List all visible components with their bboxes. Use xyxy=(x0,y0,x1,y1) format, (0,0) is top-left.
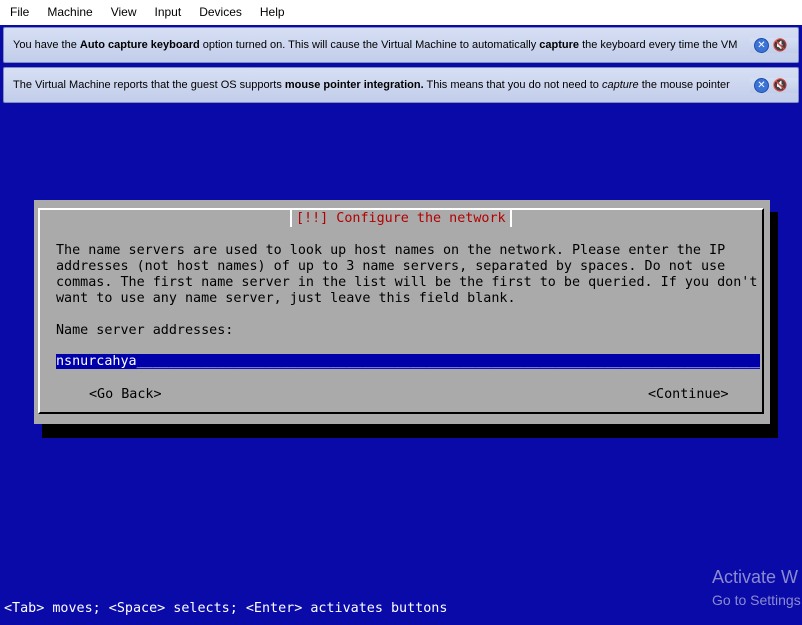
notice-text-italic: capture xyxy=(601,79,639,91)
notice-text-part: The Virtual Machine reports that the gue… xyxy=(13,79,285,91)
notice-text-part: the keyboard every time the VM xyxy=(579,39,738,51)
continue-button[interactable]: <Continue> xyxy=(648,387,729,403)
notice-text-bold: capture xyxy=(539,39,580,51)
activate-windows-watermark: Activate W xyxy=(712,567,799,587)
activate-windows-settings-hint: Go to Settings xyxy=(712,592,801,608)
host-menubar: File Machine View Input Devices Help xyxy=(0,0,802,25)
close-icon[interactable]: ✕ xyxy=(754,77,769,93)
input-fill: ________________________________________… xyxy=(136,354,760,369)
dialog-frame: [!!] Configure the network The name serv… xyxy=(38,208,764,414)
auto-capture-notice: You have the Auto capture keyboard optio… xyxy=(3,27,799,63)
mute-notification-icon[interactable]: 🔇 xyxy=(772,38,788,52)
notice-text-part: You have the xyxy=(13,39,80,51)
notice-text-part: This means that you do not need to xyxy=(423,79,602,91)
notice-icons: ✕ 🔇 xyxy=(750,77,798,93)
dialog-title: [!!] Configure the network xyxy=(290,210,512,227)
name-server-label: Name server addresses: xyxy=(56,323,234,338)
dialog-description: The name servers are used to look up hos… xyxy=(56,243,758,306)
mute-notification-icon[interactable]: 🔇 xyxy=(772,78,788,92)
notice-text-part: the mouse pointer xyxy=(638,79,730,91)
keyboard-help-line: <Tab> moves; <Space> selects; <Enter> ac… xyxy=(4,601,448,616)
notice-text-bold: Auto capture keyboard xyxy=(79,39,200,51)
menu-machine[interactable]: Machine xyxy=(38,0,101,25)
notice-text-bold: mouse pointer integration. xyxy=(284,79,424,91)
configure-network-dialog: [!!] Configure the network The name serv… xyxy=(34,200,770,424)
auto-capture-notice-text: You have the Auto capture keyboard optio… xyxy=(13,39,750,51)
mouse-integration-notice-text: The Virtual Machine reports that the gue… xyxy=(13,79,750,91)
close-icon[interactable]: ✕ xyxy=(754,37,769,53)
menu-view[interactable]: View xyxy=(102,0,146,25)
mouse-integration-notice: The Virtual Machine reports that the gue… xyxy=(3,67,799,103)
name-server-value: nsnurcahya xyxy=(56,354,137,369)
go-back-button[interactable]: <Go Back> xyxy=(89,387,162,403)
name-server-input[interactable]: nsnurcahya______________________________… xyxy=(56,354,760,369)
notice-icons: ✕ 🔇 xyxy=(750,37,798,53)
menu-input[interactable]: Input xyxy=(146,0,191,25)
menu-help[interactable]: Help xyxy=(251,0,294,25)
menu-file[interactable]: File xyxy=(0,0,38,25)
menu-devices[interactable]: Devices xyxy=(190,0,251,25)
notice-text-part: option turned on. This will cause the Vi… xyxy=(199,39,540,51)
